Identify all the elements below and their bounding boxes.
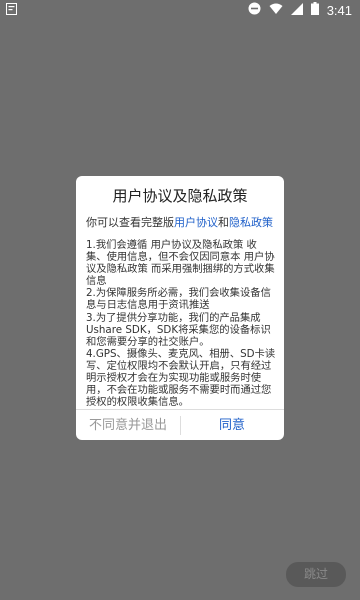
battery-icon: [310, 2, 319, 18]
dialog-title: 用户协议及隐私政策: [112, 187, 248, 205]
wifi-icon: [269, 3, 283, 18]
user-agreement-link[interactable]: 用户协议: [174, 216, 218, 229]
notification-icon: [6, 3, 17, 18]
paragraph-1: 1.我们会遵循 用户协议及隐私政策 收集、使用信息，但不会仅因同意本 用户协议及…: [86, 239, 275, 288]
privacy-policy-link[interactable]: 隐私政策: [229, 216, 273, 229]
paragraph-3: 3.为了提供分享功能，我们的产品集成Ushare SDK，SDK将采集您的设备标…: [86, 311, 271, 348]
paragraph-4: 4.GPS、摄像头、麦克风、相册、SD卡读写、定位权限均不会默认开启，只有经过明…: [86, 347, 276, 409]
agree-button[interactable]: 同意: [180, 410, 284, 440]
dialog-button-bar: 不同意并退出 同意: [76, 409, 284, 440]
paragraph-2: 2.为保障服务所必需，我们会收集设备信息与日志信息用于资讯推送: [86, 287, 271, 312]
privacy-dialog: 用户协议及隐私政策 你可以查看完整版用户协议和隐私政策 1.我们会遵循 用户协议…: [76, 176, 284, 440]
signal-icon: [290, 2, 303, 18]
clock: 3:41: [326, 2, 352, 18]
skip-button[interactable]: 跳过: [286, 562, 346, 587]
intro-text: 你可以查看完整版: [86, 216, 174, 229]
minus-circle-icon: [248, 2, 261, 18]
status-bar: 3:41: [0, 0, 360, 20]
intro-and-text: 和: [218, 216, 229, 229]
intro-line: 你可以查看完整版用户协议和隐私政策: [86, 214, 278, 230]
dialog-body: 1.我们会遵循 用户协议及隐私政策 收集、使用信息，但不会仅因同意本 用户协议及…: [86, 239, 276, 408]
disagree-exit-button[interactable]: 不同意并退出: [76, 410, 180, 440]
